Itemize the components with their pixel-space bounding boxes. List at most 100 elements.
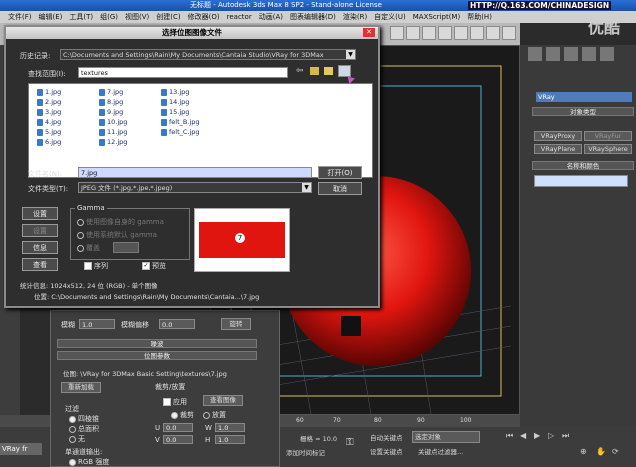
file-item[interactable]: 11.jpg [99, 128, 127, 136]
selected-dropdown[interactable]: 选定对象 [412, 431, 480, 443]
new-folder-icon[interactable] [324, 67, 333, 75]
history-chevron-down-icon[interactable]: ▼ [346, 50, 355, 59]
gamma-system-radio[interactable]: 使用系统默认 gamma [77, 230, 157, 240]
bitmap-path[interactable]: 位图: \VRay for 3DMax Basic Setting\textur… [63, 368, 227, 378]
menu-item[interactable]: reactor [227, 13, 252, 21]
w-field[interactable]: 1.0 [215, 423, 245, 432]
filter-summed-area-radio[interactable]: 总面积 [69, 424, 99, 434]
view-button[interactable]: 查看 [22, 258, 58, 271]
go-to-start-icon[interactable]: ⏮ [506, 431, 513, 441]
gamma-own-radio[interactable]: 使用图像自身的 gamma [77, 217, 164, 227]
file-item[interactable]: 10.jpg [99, 118, 127, 126]
file-item[interactable]: 15.jpg [161, 108, 189, 116]
menu-item[interactable]: 组(G) [100, 13, 118, 21]
orbit-icon[interactable]: ⟳ [612, 447, 619, 456]
play-icon[interactable]: ▶ [534, 431, 540, 440]
pan-icon[interactable]: ✋ [596, 447, 606, 456]
name-color-rollout[interactable]: 名称和颜色 [532, 161, 634, 170]
object-type-rollout[interactable]: 对象类型 [532, 107, 634, 116]
vraysphere-button[interactable]: VRaySphere [584, 144, 632, 154]
filter-none-radio[interactable]: 无 [69, 434, 85, 444]
file-item[interactable]: 13.jpg [161, 88, 189, 96]
file-item[interactable]: 3.jpg [37, 108, 61, 116]
key-filters-button[interactable]: 关键点过滤器... [418, 446, 463, 456]
file-item[interactable]: 1.jpg [37, 88, 61, 96]
set-key-button[interactable]: 设置关键点 [370, 446, 403, 456]
file-item[interactable]: 5.jpg [37, 128, 61, 136]
rotate-button[interactable]: 旋转 [221, 318, 251, 330]
file-item[interactable]: 9.jpg [99, 108, 123, 116]
select-by-name-icon[interactable] [486, 26, 500, 40]
cancel-button[interactable]: 取消 [318, 182, 362, 195]
file-item[interactable]: 4.jpg [37, 118, 61, 126]
reload-button[interactable]: 重新加载 [61, 382, 101, 393]
gamma-override-radio[interactable]: 覆盖 [77, 243, 100, 253]
prev-frame-icon[interactable]: ◀ [520, 431, 526, 440]
vrayproxy-button[interactable]: VRayProxy [534, 131, 582, 141]
create-tab-icon[interactable] [528, 47, 542, 61]
menu-item[interactable]: 视图(V) [125, 13, 149, 21]
display-tab-icon[interactable] [600, 47, 614, 61]
vrayplane-button[interactable]: VRayPlane [534, 144, 582, 154]
zoom-icon[interactable]: ⊕ [580, 447, 587, 456]
v-field[interactable]: 0.0 [163, 435, 193, 444]
object-name-field[interactable] [534, 175, 628, 187]
filename-input[interactable]: 7.jpg [78, 167, 312, 178]
apply-checkbox[interactable]: 应用 [163, 397, 187, 407]
blur-offset-field[interactable]: 0.0 [159, 319, 195, 329]
file-item[interactable]: felt_B.jpg [161, 118, 199, 126]
file-item[interactable]: 8.jpg [99, 98, 123, 106]
menu-item[interactable]: 工具(T) [69, 13, 93, 21]
file-item[interactable]: 6.jpg [37, 138, 61, 146]
undo-icon[interactable] [390, 26, 404, 40]
settings-button[interactable]: 设置 [22, 224, 58, 237]
menu-item[interactable]: 图表编辑器(D) [290, 13, 336, 21]
h-field[interactable]: 1.0 [215, 435, 245, 444]
next-frame-icon[interactable]: ▷ [548, 431, 554, 440]
auto-key-button[interactable]: 自动关键点 [370, 432, 403, 442]
unlink-icon[interactable] [438, 26, 452, 40]
file-list[interactable]: 1.jpg 2.jpg 3.jpg 4.jpg 5.jpg 6.jpg 7.jpg 8.jpg… [28, 83, 373, 178]
view-image-button[interactable]: 查看图像 [203, 395, 243, 406]
menu-item[interactable]: 文件(F) [8, 13, 32, 21]
modify-tab-icon[interactable] [546, 47, 560, 61]
menu-item[interactable]: 编辑(E) [39, 13, 63, 21]
preview-checkbox[interactable]: ✓ 预览 [142, 261, 166, 271]
close-icon[interactable]: ✕ [363, 28, 375, 37]
u-field[interactable]: 0.0 [163, 423, 193, 432]
bitmap-params-rollout[interactable]: 位图参数 [57, 351, 257, 360]
add-time-tag-button[interactable]: 添加时间标记 [286, 447, 325, 457]
menu-item[interactable]: 渲染(R) [343, 13, 367, 21]
vrayfur-button[interactable]: VRayFur [584, 131, 632, 141]
file-item[interactable]: 14.jpg [161, 98, 189, 106]
key-icon[interactable]: ⚿ [346, 437, 354, 448]
file-item[interactable]: 7.jpg [99, 88, 123, 96]
noise-rollout[interactable]: 噪波 [57, 339, 257, 348]
back-icon[interactable]: ⇦ [296, 66, 304, 76]
select-link-icon[interactable] [422, 26, 436, 40]
file-item[interactable]: 2.jpg [37, 98, 61, 106]
filetype-chevron-down-icon[interactable]: ▼ [302, 183, 311, 192]
menu-item[interactable]: 创建(C) [156, 13, 180, 21]
menu-item[interactable]: 自定义(U) [374, 13, 406, 21]
file-item[interactable]: felt_C.jpg [161, 128, 200, 136]
motion-tab-icon[interactable] [582, 47, 596, 61]
history-dropdown[interactable]: C:\Documents and Settings\Rain\My Docume… [60, 49, 356, 60]
rect-selection-icon[interactable] [502, 26, 516, 40]
go-to-end-icon[interactable]: ⏭ [562, 431, 569, 441]
hierarchy-tab-icon[interactable] [564, 47, 578, 61]
file-item[interactable]: 12.jpg [99, 138, 127, 146]
redo-icon[interactable] [406, 26, 420, 40]
bind-space-warp-icon[interactable] [454, 26, 468, 40]
select-object-icon[interactable] [470, 26, 484, 40]
open-button[interactable]: 打开(O) [318, 166, 362, 179]
setup-button[interactable]: 设置 [22, 207, 58, 220]
up-folder-icon[interactable] [310, 67, 319, 75]
filetype-dropdown[interactable]: JPEG 文件 (*.jpg,*.jpe,*.jpeg) [78, 182, 312, 193]
menu-item[interactable]: 动画(A) [259, 13, 283, 21]
lookin-dropdown[interactable]: textures [78, 67, 288, 78]
blur-field[interactable]: 1.0 [79, 319, 115, 329]
gamma-override-field[interactable] [113, 242, 139, 253]
geometry-type-dropdown[interactable]: VRay [536, 92, 632, 102]
info-button[interactable]: 信息 [22, 241, 58, 254]
